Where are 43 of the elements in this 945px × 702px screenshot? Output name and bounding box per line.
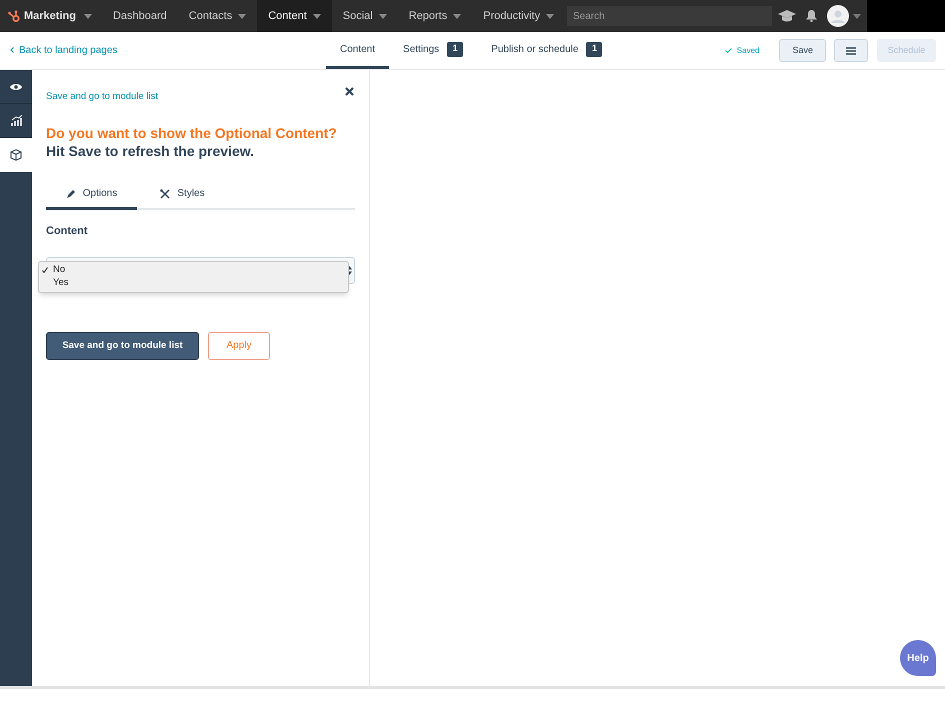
panel-tab[interactable]: Styles xyxy=(137,180,228,210)
menu-icon xyxy=(846,46,856,54)
tools-icon xyxy=(160,188,170,199)
editor-tab[interactable]: Content xyxy=(326,32,390,69)
help-button[interactable]: Help xyxy=(900,640,936,676)
dropdown-option[interactable]: No xyxy=(39,264,348,277)
question-text: Do you want to show the Optional Content? xyxy=(46,124,338,142)
chart-icon xyxy=(10,115,22,126)
sprocket-logo-icon xyxy=(8,10,20,22)
panel-tab[interactable]: Options xyxy=(46,180,137,210)
up-down-arrows-icon xyxy=(347,266,352,275)
chevron-left-icon xyxy=(10,47,14,53)
checkmark-icon xyxy=(724,48,732,53)
save-button[interactable]: Save xyxy=(779,39,826,62)
hint-text: Hit Save to refresh the preview. xyxy=(46,142,255,160)
avatar-icon[interactable] xyxy=(827,5,849,27)
nav-item[interactable]: Productivity xyxy=(472,0,566,32)
back-link[interactable]: Back to landing pages xyxy=(10,43,118,58)
bell-icon[interactable] xyxy=(806,10,817,22)
nav-item[interactable]: Social xyxy=(332,0,398,32)
brand-menu[interactable]: Marketing xyxy=(0,0,102,32)
pencil-icon xyxy=(66,188,76,199)
nav-item[interactable]: Dashboard xyxy=(102,0,178,32)
save-module-button[interactable]: Save and go to module list xyxy=(46,332,199,360)
saved-status: Saved xyxy=(736,44,760,56)
graduation-cap-icon[interactable] xyxy=(778,10,796,22)
cube-icon xyxy=(10,149,22,161)
count-badge: 1 xyxy=(586,42,602,56)
nav-item[interactable]: Reports xyxy=(398,0,472,32)
nav-item[interactable]: Content xyxy=(257,0,332,32)
caret-icon xyxy=(84,14,92,18)
close-icon[interactable] xyxy=(345,87,354,96)
module-list-link[interactable]: Save and go to module list xyxy=(46,90,355,104)
count-badge: 1 xyxy=(447,42,464,56)
editor-tab[interactable]: Publish or schedule 1 xyxy=(477,32,616,69)
nav-item[interactable]: Contacts xyxy=(178,0,258,32)
caret-icon xyxy=(853,14,861,18)
dropdown-option[interactable]: Yes xyxy=(39,276,348,290)
eye-icon xyxy=(10,82,22,90)
search-field[interactable]: Search xyxy=(567,6,772,26)
menu-button[interactable] xyxy=(834,39,868,62)
section-heading: Content xyxy=(46,224,89,240)
editor-tab[interactable]: Settings 1 xyxy=(389,32,478,69)
